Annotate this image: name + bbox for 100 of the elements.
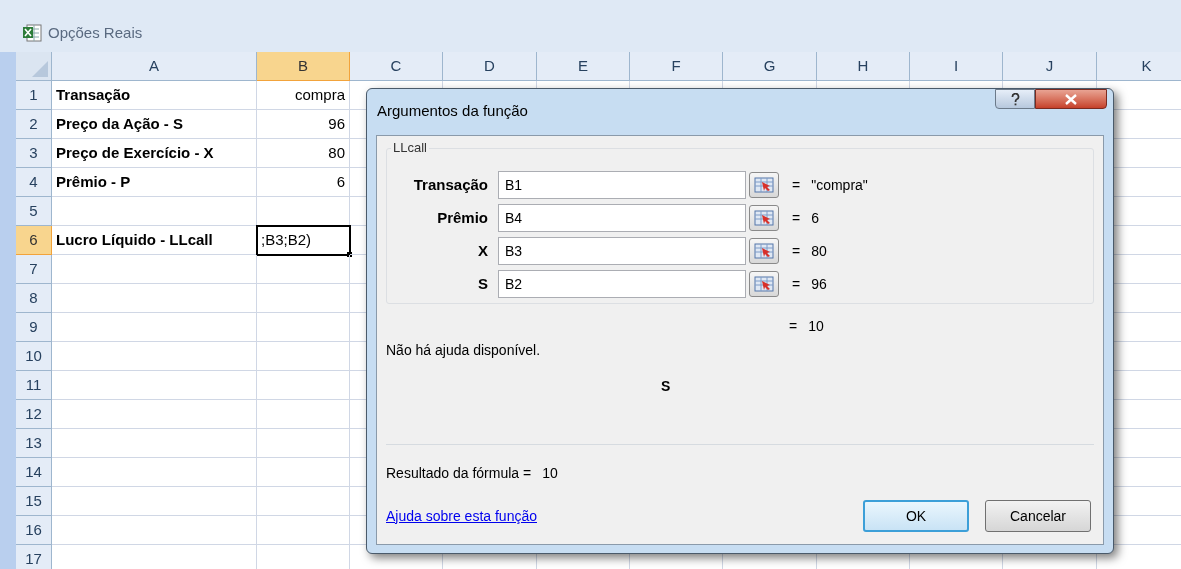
table-cell[interactable]: 80 bbox=[257, 139, 350, 168]
column-header[interactable]: A bbox=[52, 52, 257, 81]
argument-field[interactable]: B4 bbox=[498, 204, 746, 232]
table-cell[interactable] bbox=[257, 458, 350, 487]
table-cell[interactable] bbox=[257, 371, 350, 400]
table-cell[interactable] bbox=[257, 400, 350, 429]
close-icon bbox=[1064, 93, 1078, 105]
argument-value: 80 bbox=[811, 241, 827, 261]
cell-formula[interactable]: ;B3;B2) bbox=[261, 228, 312, 252]
column-header[interactable]: E bbox=[537, 52, 630, 81]
row-header[interactable]: 16 bbox=[16, 516, 52, 545]
table-cell[interactable]: 6 bbox=[257, 168, 350, 197]
table-cell[interactable] bbox=[52, 458, 257, 487]
cell-text: 80 bbox=[328, 142, 345, 163]
table-cell[interactable]: Preço da Ação - S bbox=[52, 110, 257, 139]
row-header[interactable]: 17 bbox=[16, 545, 52, 569]
fill-handle[interactable] bbox=[347, 252, 352, 257]
collapse-dialog-button[interactable] bbox=[749, 172, 779, 198]
collapse-dialog-button[interactable] bbox=[749, 271, 779, 297]
argument-label: S bbox=[477, 273, 489, 294]
column-header[interactable]: K bbox=[1097, 52, 1181, 81]
table-cell[interactable] bbox=[257, 313, 350, 342]
table-cell[interactable] bbox=[52, 255, 257, 284]
row-header[interactable]: 1 bbox=[16, 81, 52, 110]
column-header[interactable]: J bbox=[1003, 52, 1097, 81]
window-title: Opções Reais bbox=[48, 24, 143, 42]
table-cell[interactable] bbox=[257, 487, 350, 516]
argument-field[interactable]: B3 bbox=[498, 237, 746, 265]
argument-label: Prêmio bbox=[436, 207, 489, 228]
row-header[interactable]: 9 bbox=[16, 313, 52, 342]
argument-label: Transação bbox=[412, 174, 489, 195]
table-cell[interactable] bbox=[52, 284, 257, 313]
cell-text: Transação bbox=[56, 84, 131, 105]
table-cell[interactable] bbox=[52, 371, 257, 400]
collapse-dialog-button[interactable] bbox=[749, 238, 779, 264]
table-cell[interactable] bbox=[257, 255, 350, 284]
spreadsheet-icon bbox=[22, 24, 42, 42]
select-all-icon[interactable] bbox=[32, 61, 48, 77]
argument-field[interactable]: B2 bbox=[498, 270, 746, 298]
table-cell[interactable]: Preço de Exercício - X bbox=[52, 139, 257, 168]
table-cell[interactable]: compra bbox=[257, 81, 350, 110]
cell-text: Preço de Exercício - X bbox=[56, 142, 214, 163]
cell-text: Lucro Líquido - LLcall bbox=[56, 229, 213, 250]
row-header[interactable]: 8 bbox=[16, 284, 52, 313]
equals-sign: = bbox=[792, 175, 801, 195]
row-header[interactable]: 3 bbox=[16, 139, 52, 168]
formula-result-label: Resultado da fórmula = bbox=[386, 464, 532, 483]
column-header[interactable]: I bbox=[910, 52, 1003, 81]
table-cell[interactable] bbox=[52, 400, 257, 429]
table-cell[interactable]: Prêmio - P bbox=[52, 168, 257, 197]
table-cell[interactable] bbox=[52, 487, 257, 516]
range-picker-icon bbox=[754, 177, 774, 193]
argument-field[interactable]: B1 bbox=[498, 171, 746, 199]
table-cell[interactable] bbox=[52, 197, 257, 226]
close-button[interactable] bbox=[1035, 89, 1107, 109]
column-header[interactable]: H bbox=[817, 52, 910, 81]
dialog-title: Argumentos da função bbox=[377, 100, 528, 121]
argument-value: 96 bbox=[811, 274, 827, 294]
table-cell[interactable] bbox=[52, 342, 257, 371]
row-header[interactable]: 13 bbox=[16, 429, 52, 458]
table-cell[interactable]: Lucro Líquido - LLcall bbox=[52, 226, 257, 255]
cell-text: 6 bbox=[336, 171, 345, 192]
cell-text: Preço da Ação - S bbox=[56, 113, 183, 134]
dialog-button[interactable]: OK bbox=[863, 500, 969, 532]
table-cell[interactable] bbox=[52, 516, 257, 545]
table-cell[interactable] bbox=[257, 429, 350, 458]
argument-value: 6 bbox=[811, 208, 819, 228]
row-header[interactable]: 11 bbox=[16, 371, 52, 400]
cell-text: compra bbox=[294, 84, 345, 105]
row-header[interactable]: 6 bbox=[16, 226, 52, 255]
dialog-button[interactable]: Cancelar bbox=[985, 500, 1091, 532]
row-header[interactable]: 10 bbox=[16, 342, 52, 371]
column-header[interactable]: C bbox=[350, 52, 443, 81]
table-cell[interactable]: Transação bbox=[52, 81, 257, 110]
table-cell[interactable]: ;B3;B2) bbox=[257, 226, 350, 255]
help-link[interactable]: Ajuda sobre esta função bbox=[386, 505, 537, 527]
column-header[interactable]: G bbox=[723, 52, 817, 81]
row-header[interactable]: 5 bbox=[16, 197, 52, 226]
help-button[interactable] bbox=[995, 89, 1035, 109]
table-cell[interactable] bbox=[257, 342, 350, 371]
row-header[interactable]: 15 bbox=[16, 487, 52, 516]
range-picker-icon bbox=[754, 210, 774, 226]
range-picker-icon bbox=[754, 276, 774, 292]
row-header[interactable]: 4 bbox=[16, 168, 52, 197]
collapse-dialog-button[interactable] bbox=[749, 205, 779, 231]
argument-value: "compra" bbox=[811, 175, 868, 195]
table-cell[interactable] bbox=[52, 313, 257, 342]
row-header[interactable]: 14 bbox=[16, 458, 52, 487]
column-header[interactable]: D bbox=[443, 52, 537, 81]
row-header[interactable]: 2 bbox=[16, 110, 52, 139]
table-cell[interactable] bbox=[257, 284, 350, 313]
column-header[interactable]: B bbox=[257, 52, 350, 81]
row-header[interactable]: 12 bbox=[16, 400, 52, 429]
table-cell[interactable] bbox=[52, 429, 257, 458]
description-text: Não há ajuda disponível. bbox=[386, 341, 541, 360]
row-header[interactable]: 7 bbox=[16, 255, 52, 284]
table-cell[interactable]: 96 bbox=[257, 110, 350, 139]
table-cell[interactable] bbox=[257, 516, 350, 545]
equals-sign: = bbox=[789, 317, 798, 336]
column-header[interactable]: F bbox=[630, 52, 723, 81]
